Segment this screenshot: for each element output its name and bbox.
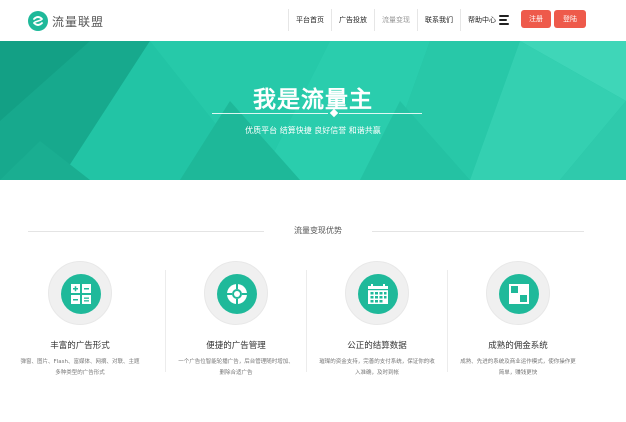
calendar-icon [358,274,398,314]
feature-card: 公正的结算数据 璀璨的资金支持，完善的支付系统，保证你的收入准确，及时到帐 [311,258,451,388]
layout-blocks-icon [499,274,539,314]
feature-title: 成熟的佣金系统 [488,341,548,351]
nav-item-monetization[interactable]: 流量变现 [374,9,417,31]
nav-item-help[interactable]: 帮助中心 [460,9,503,31]
feature-card: 丰富的广告形式 弹窗、图片、Flash、富媒体、网摘、对联、主题多种类型的广告形… [14,258,154,388]
site-logo[interactable]: 流量联盟 [28,10,104,32]
section-divider-left [28,231,264,232]
feature-divider [306,270,307,372]
section-divider-right [372,231,584,232]
register-button[interactable]: 注册 [521,10,551,28]
login-button[interactable]: 登陆 [554,10,586,28]
feature-title: 公正的结算数据 [347,341,407,351]
nav-item-contact[interactable]: 联系我们 [417,9,460,31]
brand-name: 流量联盟 [52,14,105,29]
feature-description: 璀璨的资金支持，完善的支付系统，保证你的收入准确，及时到帐 [319,359,435,376]
feature-divider [165,270,166,372]
menu-icon[interactable] [499,15,509,25]
feature-divider [447,270,448,372]
site-header: 流量联盟 平台首页 广告投放 流量变现 联系我们 帮助中心 注册 登陆 [0,0,626,41]
feature-icon-circle [345,261,409,325]
section-title: 流量变现优势 [294,226,342,235]
feature-title: 丰富的广告形式 [50,341,110,351]
feature-title: 便捷的广告管理 [206,341,266,351]
hero-divider-left [212,113,328,114]
feature-card: 便捷的广告管理 一个广告位智能轮播广告，后台管理随时增加、删除合适广告 [170,258,310,388]
feature-description: 弹窗、图片、Flash、富媒体、网摘、对联、主题多种类型的广告形式 [20,359,140,376]
feature-icon-circle [48,261,112,325]
logo-swirl-icon [28,11,48,31]
feature-icon-circle [204,261,268,325]
calculator-icon [61,274,101,314]
feature-description: 成熟、先进的系统及商业运作模式，使你操作更简单，赚钱更快 [460,359,576,376]
feature-card: 成熟的佣金系统 成熟、先进的系统及商业运作模式，使你操作更简单，赚钱更快 [452,258,592,388]
hero-divider-right [339,113,422,114]
feature-icon-circle [486,261,550,325]
nav-item-ad-delivery[interactable]: 广告投放 [331,9,374,31]
nav-item-home[interactable]: 平台首页 [288,9,331,31]
main-nav: 平台首页 广告投放 流量变现 联系我们 帮助中心 [288,9,503,31]
hero-banner: 我是流量主 优质平台 结算快捷 良好信誉 和谐共赢 [0,41,626,180]
lifebuoy-icon [217,274,257,314]
hero-subtitle: 优质平台 结算快捷 良好信誉 和谐共赢 [245,126,381,135]
feature-description: 一个广告位智能轮播广告，后台管理随时增加、删除合适广告 [178,359,294,376]
hero-title: 我是流量主 [253,87,373,113]
